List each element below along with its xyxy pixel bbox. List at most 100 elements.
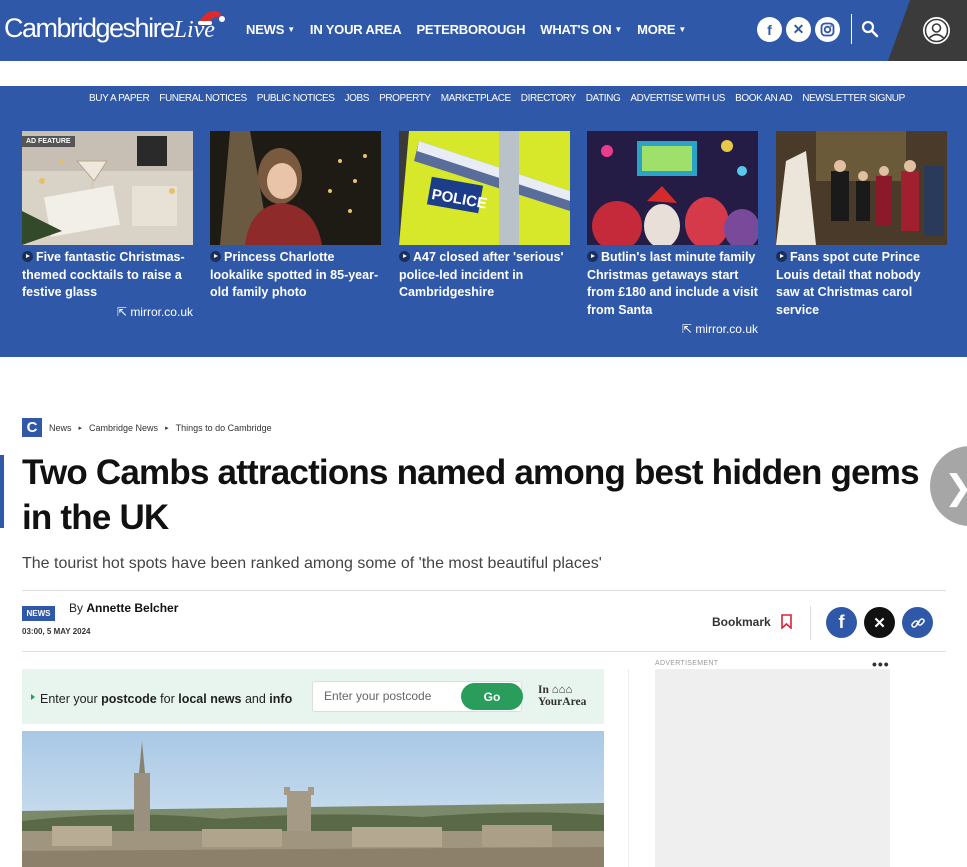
subnav-public-notices[interactable]: PUBLIC NOTICES xyxy=(257,93,335,104)
postcode-prompt: Enter your postcode for local news and i… xyxy=(40,692,292,706)
play-bullet-icon xyxy=(22,251,33,262)
byline: By Annette Belcher xyxy=(69,601,178,615)
x-icon[interactable]: ✕ xyxy=(786,17,811,42)
story-headline: Butlin's last minute family Christmas ge… xyxy=(587,249,758,319)
inyourarea-line1: In xyxy=(538,684,549,696)
story-headline-text: Five fantastic Christmas-themed cocktail… xyxy=(22,250,185,300)
nav-in-your-area[interactable]: IN YOUR AREA xyxy=(310,22,402,37)
nav-more[interactable]: MORE ▼ xyxy=(637,22,686,37)
secondary-nav: BUY A PAPER FUNERAL NOTICES PUBLIC NOTIC… xyxy=(89,93,905,104)
story-source[interactable]: ⇱ mirror.co.uk xyxy=(587,322,758,336)
chevron-right-icon: ▸ xyxy=(165,424,169,432)
houses-icon: ⌂⌂⌂ xyxy=(551,684,573,696)
story-thumbnail xyxy=(210,131,381,245)
article-hero-image xyxy=(22,731,604,867)
main-nav: NEWS ▼ IN YOUR AREA PETERBOROUGH WHAT'S O… xyxy=(246,22,686,37)
instagram-icon[interactable] xyxy=(815,17,840,42)
subnav-book-an-ad[interactable]: BOOK AN AD xyxy=(735,93,793,104)
breadcrumb-things-to-do[interactable]: Things to do Cambridge xyxy=(176,423,272,433)
facebook-icon[interactable]: f xyxy=(757,17,782,42)
article-title: Two Cambs attractions named among best h… xyxy=(22,453,920,537)
chevron-down-icon: ▼ xyxy=(614,25,623,34)
subnav-advertise[interactable]: ADVERTISE WITH US xyxy=(630,93,725,104)
story-headline: Fans spot cute Prince Louis detail that … xyxy=(776,249,947,319)
byline-prefix: By xyxy=(69,601,84,615)
external-link-icon: ⇱ xyxy=(116,304,131,319)
site-initial-text: C xyxy=(26,419,38,436)
title-accent-bar xyxy=(0,455,4,528)
breadcrumb-news[interactable]: News xyxy=(49,423,72,433)
postcode-widget: Enter your postcode for local news and i… xyxy=(22,669,604,724)
next-article-button[interactable]: ❯ xyxy=(930,446,967,526)
story-headline-text: Fans spot cute Prince Louis detail that … xyxy=(776,250,921,317)
play-bullet-icon xyxy=(210,251,221,262)
chevron-down-icon: ▼ xyxy=(287,25,295,34)
story-headline-text: A47 closed after 'serious' police-led in… xyxy=(399,250,564,300)
share-divider xyxy=(810,606,811,640)
link-share-icon[interactable] xyxy=(902,607,933,638)
nav-whats-on[interactable]: WHAT'S ON ▼ xyxy=(540,22,622,37)
subnav-dating[interactable]: DATING xyxy=(586,93,621,104)
story-card[interactable]: Butlin's last minute family Christmas ge… xyxy=(587,131,758,336)
x-share-icon[interactable]: ✕ xyxy=(864,607,895,638)
nav-more-label: MORE xyxy=(637,22,676,37)
subnav-funeral-notices[interactable]: FUNERAL NOTICES xyxy=(159,93,247,104)
prompt-part: for xyxy=(156,692,179,706)
story-thumbnail xyxy=(587,131,758,245)
postcode-go-button[interactable]: Go xyxy=(461,683,523,710)
story-thumbnail: POLICE xyxy=(399,131,570,245)
ad-feature-badge: AD FEATURE xyxy=(22,136,75,147)
prompt-part-bold: local news xyxy=(178,692,242,706)
nav-peterborough-label: PETERBOROUGH xyxy=(416,22,526,37)
story-thumbnail: AD FEATURE xyxy=(22,131,193,245)
news-badge: NEWS xyxy=(22,606,55,621)
play-bullet-icon xyxy=(399,251,410,262)
story-card[interactable]: Princess Charlotte lookalike spotted in … xyxy=(210,131,381,302)
breadcrumb-cambridge-news[interactable]: Cambridge News xyxy=(89,423,158,433)
play-bullet-icon xyxy=(776,251,787,262)
divider xyxy=(22,651,946,652)
column-divider xyxy=(628,669,629,867)
subnav-directory[interactable]: DIRECTORY xyxy=(521,93,576,104)
story-source[interactable]: ⇱ mirror.co.uk xyxy=(22,305,193,319)
bookmark-button[interactable]: Bookmark xyxy=(712,615,771,629)
subnav-property[interactable]: PROPERTY xyxy=(379,93,431,104)
logo-text: Cambridgeshire xyxy=(4,13,175,43)
prompt-part: Enter your xyxy=(40,692,102,706)
subnav-jobs[interactable]: JOBS xyxy=(345,93,370,104)
story-headline: A47 closed after 'serious' police-led in… xyxy=(399,249,570,302)
arrow-right-icon xyxy=(31,694,35,700)
nav-peterborough[interactable]: PETERBOROUGH xyxy=(416,22,525,37)
site-initial-logo[interactable]: C xyxy=(22,418,42,437)
divider xyxy=(22,590,946,591)
publish-date: 03:00, 5 MAY 2024 xyxy=(22,627,91,636)
site-logo[interactable]: CambridgeshireLive xyxy=(4,13,215,44)
bookmark-icon[interactable] xyxy=(781,614,792,629)
play-bullet-icon xyxy=(587,251,598,262)
breadcrumb: C News ▸ Cambridge News ▸ Things to do C… xyxy=(22,418,272,437)
nav-news[interactable]: NEWS ▼ xyxy=(246,22,295,37)
story-headline-text: Princess Charlotte lookalike spotted in … xyxy=(210,250,379,300)
search-icon[interactable] xyxy=(861,20,879,38)
prompt-part-bold: postcode xyxy=(101,692,157,706)
chevron-right-icon: ▸ xyxy=(78,424,83,432)
subnav-newsletter[interactable]: NEWSLETTER SIGNUP xyxy=(802,93,905,104)
inyourarea-line2: YourArea xyxy=(538,696,587,708)
subnav-buy-a-paper[interactable]: BUY A PAPER xyxy=(89,93,150,104)
story-headline: Princess Charlotte lookalike spotted in … xyxy=(210,249,381,302)
user-account-icon[interactable] xyxy=(923,17,950,44)
nav-in-your-area-label: IN YOUR AREA xyxy=(309,22,402,37)
story-card[interactable]: Fans spot cute Prince Louis detail that … xyxy=(776,131,947,319)
advertisement-label: ADVERTISEMENT xyxy=(655,660,719,667)
story-source-text: mirror.co.uk xyxy=(130,304,193,319)
facebook-share-icon[interactable]: f xyxy=(826,607,857,638)
santa-hat-icon xyxy=(198,11,225,25)
advertisement-slot[interactable] xyxy=(655,669,890,867)
inyourarea-logo[interactable]: In ⌂⌂⌂ YourArea xyxy=(538,684,586,708)
story-card[interactable]: AD FEATURE Five fantastic Christmas-them… xyxy=(22,131,193,319)
subnav-marketplace[interactable]: MARKETPLACE xyxy=(441,93,511,104)
story-source-text: mirror.co.uk xyxy=(695,322,758,337)
nav-news-label: NEWS xyxy=(246,22,285,37)
story-card[interactable]: POLICE A47 closed after 'serious' police… xyxy=(399,131,570,302)
author-name[interactable]: Annette Belcher xyxy=(86,601,178,615)
